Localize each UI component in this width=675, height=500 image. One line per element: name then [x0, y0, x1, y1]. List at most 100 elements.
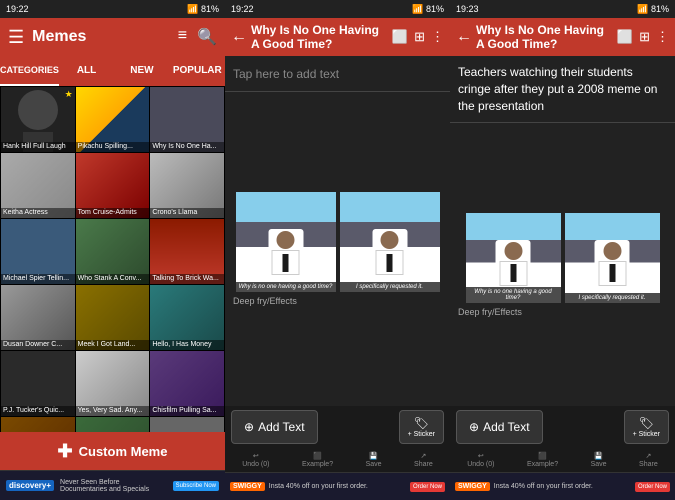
list-item[interactable]: Meek I Got Land... — [76, 285, 150, 350]
meme-label: Talking To Brick Wa... — [150, 274, 224, 284]
sticker-icon-3: 🏷 — [639, 416, 654, 430]
list-item[interactable]: That Sign Won't St... — [150, 417, 224, 432]
tab-all[interactable]: ALL — [59, 56, 114, 86]
list-item[interactable]: Tom Cruise-Admits — [76, 153, 150, 218]
meme-label: Keitha Actress — [1, 208, 75, 218]
meme-caption-left-2: Why is no one having a good time? — [236, 282, 336, 292]
ad-logo-1: discovery+ — [6, 480, 54, 491]
meme-images-2: Why is no one having a good time? I spec… — [236, 192, 440, 292]
sticker-button-2[interactable]: 🏷 + Sticker — [399, 410, 444, 444]
ad-banner-2: SWIGGY Insta 40% off on your first order… — [225, 472, 450, 500]
list-item[interactable]: P.J. Tucker's Quic... — [1, 351, 75, 416]
hamburger-icon[interactable]: ☰ — [8, 27, 24, 48]
system-icons-3: 📶 81% — [637, 4, 669, 15]
meme-caption-right-3: I specifically requested it. — [565, 293, 660, 303]
save-button-2[interactable]: 💾 Save — [366, 452, 382, 468]
ad-text-3: Insta 40% off on your first order. — [494, 483, 631, 490]
plus-circle-icon-2: ⊕ — [244, 420, 254, 434]
list-item[interactable]: Yes, Very Sad. Any... — [76, 351, 150, 416]
meme-image-left-3[interactable]: Why is no one having a good time? — [466, 213, 561, 303]
resize-icon-3[interactable]: ⊞ — [639, 29, 650, 45]
custom-meme-button[interactable]: ✚ Custom Meme — [0, 432, 225, 470]
add-text-button-3[interactable]: ⊕ Add Text — [456, 410, 543, 444]
list-item[interactable]: Hank Hill Full Laugh ★ — [1, 87, 75, 152]
system-icons-1: 📶 81% — [187, 4, 219, 15]
add-text-button-2[interactable]: ⊕ Add Text — [231, 410, 318, 444]
list-icon[interactable]: ≡ — [178, 27, 187, 47]
example-button-2[interactable]: ⬛ Example? — [302, 452, 333, 468]
list-item[interactable]: Hello, I Has Money — [150, 285, 224, 350]
list-item[interactable]: Why Is No One Ha... — [150, 87, 224, 152]
sticker-button-3[interactable]: 🏷 + Sticker — [624, 410, 669, 444]
list-item[interactable]: Talking To Brick Wa... — [150, 219, 224, 284]
list-item[interactable]: Omer-Mao Docko... — [76, 417, 150, 432]
editor-placeholder-2: Tap here to add text — [233, 67, 339, 81]
ad-cta-3[interactable]: Order Now — [635, 482, 670, 492]
list-item[interactable]: Pikachu Spilling... — [76, 87, 150, 152]
undo-button-3[interactable]: ↩ Undo (0) — [467, 452, 494, 468]
list-item[interactable]: Lorenzo Pushing... — [1, 417, 75, 432]
meme-image-right-3[interactable]: I specifically requested it. — [565, 213, 660, 303]
list-item[interactable]: Keitha Actress — [1, 153, 75, 218]
back-icon-2[interactable]: ← — [231, 28, 247, 46]
share-button-3[interactable]: ↗ Share — [639, 452, 658, 468]
meme-grid: Hank Hill Full Laugh ★ Pikachu Spilling.… — [0, 86, 225, 432]
meme-image-right-2[interactable]: I specifically requested it. — [340, 192, 440, 292]
deep-fry-label-3: Deep fry/Effects — [454, 307, 522, 317]
back-icon-3[interactable]: ← — [456, 28, 472, 46]
meme-label: P.J. Tucker's Quic... — [1, 406, 75, 416]
ad-btn-1[interactable]: Subscribe Now — [173, 481, 219, 491]
swiggy-logo-3: SWIGGY — [455, 482, 490, 491]
share-button-2[interactable]: ↗ Share — [414, 452, 433, 468]
tab-bar: CATEGORIES ALL NEW POPULAR — [0, 56, 225, 86]
sticker-icon-2: 🏷 — [414, 416, 429, 430]
plus-circle-icon-3: ⊕ — [469, 420, 479, 434]
list-item[interactable]: Crono's Llama — [150, 153, 224, 218]
meme-label: Tom Cruise-Admits — [76, 208, 150, 218]
status-bar-1: 19:22 📶 81% — [0, 0, 225, 18]
meme-label: Chisfilm Pulling Sa... — [150, 406, 224, 416]
meme-label: Yes, Very Sad. Any... — [76, 406, 150, 416]
meme-label: Why Is No One Ha... — [150, 142, 224, 152]
ad-text-2: Insta 40% off on your first order. — [269, 483, 406, 490]
tab-categories[interactable]: CATEGORIES — [0, 56, 59, 86]
more-icon-2[interactable]: ⋮ — [431, 29, 444, 45]
resize-icon-2[interactable]: ⊞ — [414, 29, 425, 45]
meme-text-content-3: Teachers watching their students cringe … — [450, 56, 675, 123]
meme-caption-left-3: Why is no one having a good time? — [466, 287, 561, 303]
panel2-header: ← Why Is No One Having A Good Time? ⬜ ⊞ … — [225, 18, 450, 56]
list-item[interactable]: Chisfilm Pulling Sa... — [150, 351, 224, 416]
time-1: 19:22 — [6, 4, 29, 14]
tab-popular[interactable]: POPULAR — [170, 56, 225, 86]
plus-icon: ✚ — [58, 441, 73, 462]
app-title: Memes — [32, 28, 170, 46]
system-icons-2: 📶 81% — [412, 4, 444, 15]
meme-label: Who Stank A Conv... — [76, 274, 150, 284]
search-icon[interactable]: 🔍 — [197, 27, 217, 47]
meme-images-3: Why is no one having a good time? I spec… — [466, 213, 660, 303]
meme-image-left-2[interactable]: Why is no one having a good time? — [236, 192, 336, 292]
bottom-toolbar-2: ↩ Undo (0) ⬛ Example? 💾 Save ↗ Share — [225, 448, 450, 472]
ad-banner-1: discovery+ Never Seen Before Documentari… — [0, 470, 225, 500]
crop-icon-2[interactable]: ⬜ — [392, 29, 408, 45]
list-item[interactable]: Who Stank A Conv... — [76, 219, 150, 284]
header-icons: ≡ 🔍 — [178, 27, 217, 47]
panel2-title: Why Is No One Having A Good Time? — [251, 23, 388, 52]
app-header: ☰ Memes ≡ 🔍 — [0, 18, 225, 56]
panel3-header-icons: ⬜ ⊞ ⋮ — [617, 29, 669, 45]
more-icon-3[interactable]: ⋮ — [656, 29, 669, 45]
save-button-3[interactable]: 💾 Save — [591, 452, 607, 468]
crop-icon-3[interactable]: ⬜ — [617, 29, 633, 45]
star-icon: ★ — [65, 89, 73, 100]
list-item[interactable]: Dusan Downer C... — [1, 285, 75, 350]
ad-cta-2[interactable]: Order Now — [410, 482, 445, 492]
editor-action-bar-3: ⊕ Add Text 🏷 + Sticker — [450, 406, 675, 448]
undo-button-2[interactable]: ↩ Undo (0) — [242, 452, 269, 468]
text-area-2[interactable]: Tap here to add text — [225, 56, 450, 92]
time-3: 19:23 — [456, 4, 479, 14]
example-button-3[interactable]: ⬛ Example? — [527, 452, 558, 468]
meme-editor-panel-3: 19:23 📶 81% ← Why Is No One Having A Goo… — [450, 0, 675, 500]
editor-action-bar-2: ⊕ Add Text 🏷 + Sticker — [225, 406, 450, 448]
list-item[interactable]: Michael Spier Tellin... — [1, 219, 75, 284]
tab-new[interactable]: NEW — [114, 56, 169, 86]
